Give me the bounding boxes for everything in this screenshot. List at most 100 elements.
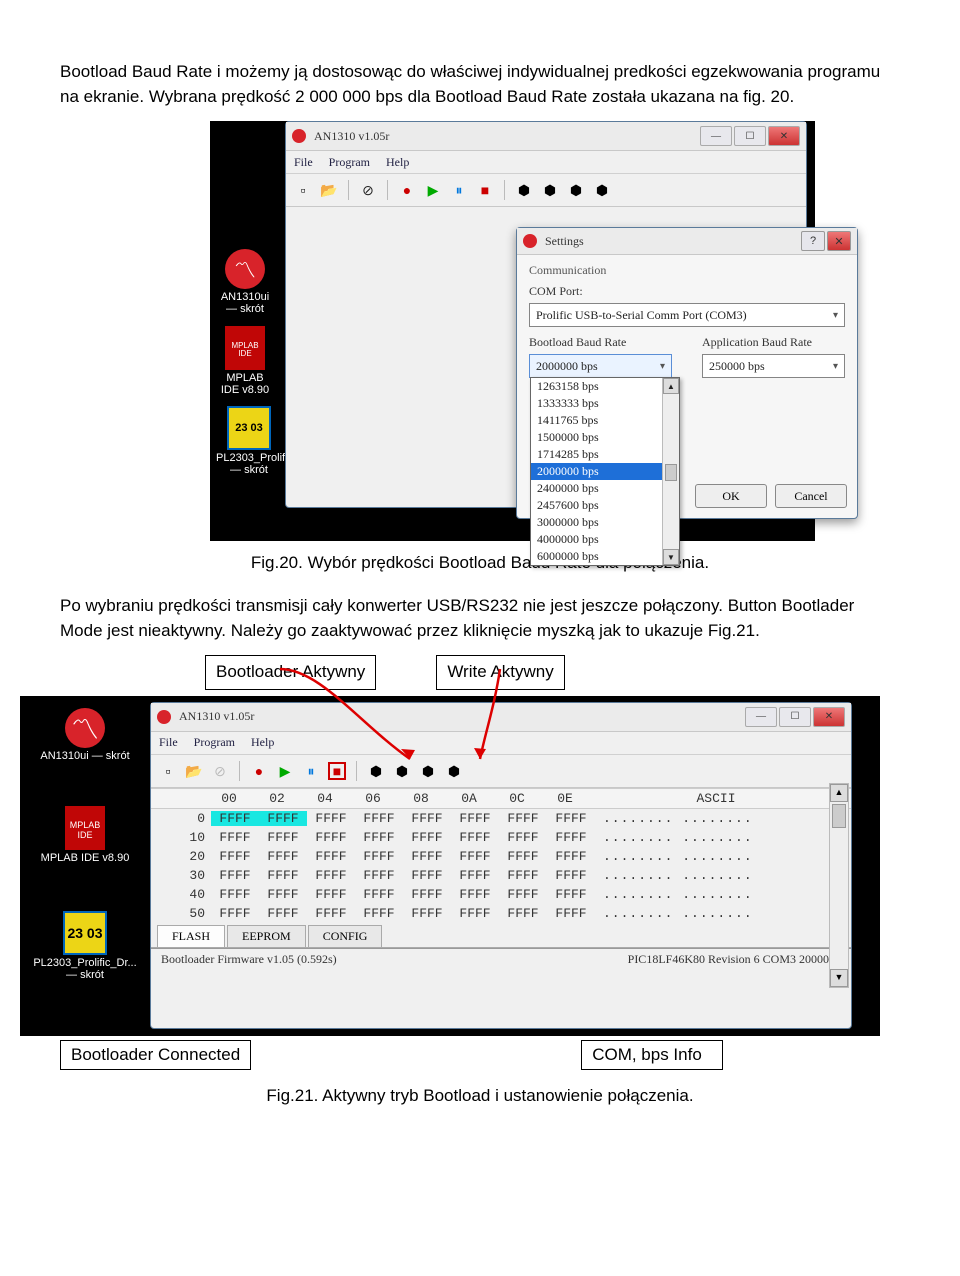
desktop-icon-pl2303[interactable]: 23 03 PL2303_Prolific_Dr... — skrót (30, 911, 140, 981)
read-device-icon[interactable]: ⬢ (515, 181, 533, 199)
scroll-track[interactable] (830, 802, 848, 969)
dropdown-scrollbar[interactable]: ▲ ▼ (662, 378, 679, 565)
tab-eeprom[interactable]: EEPROM (227, 925, 306, 947)
erase-icon[interactable]: ⬢ (567, 181, 585, 199)
hex-cell[interactable]: FFFF (499, 811, 547, 826)
close-button[interactable]: ✕ (768, 126, 800, 146)
close-button[interactable]: ✕ (827, 231, 851, 251)
hex-cell[interactable]: FFFF (259, 887, 307, 902)
baud-option[interactable]: 1263158 bps (531, 378, 679, 395)
hex-cell[interactable]: FFFF (403, 849, 451, 864)
play-icon[interactable]: ▶ (276, 762, 294, 780)
hex-cell[interactable]: FFFF (451, 811, 499, 826)
read-device-icon[interactable]: ⬢ (367, 762, 385, 780)
hex-cell[interactable]: FFFF (211, 849, 259, 864)
baud-option[interactable]: 4000000 bps (531, 531, 679, 548)
menu-file[interactable]: File (159, 735, 178, 750)
maximize-button[interactable]: ☐ (779, 707, 811, 727)
hex-cell[interactable]: FFFF (547, 830, 595, 845)
stop-icon[interactable]: ■ (476, 181, 494, 199)
write-device-icon[interactable]: ⬢ (393, 762, 411, 780)
hex-cell[interactable]: FFFF (307, 887, 355, 902)
menu-file[interactable]: File (294, 155, 313, 170)
hex-cell[interactable]: FFFF (451, 849, 499, 864)
hex-cell[interactable]: FFFF (403, 811, 451, 826)
erase-icon[interactable]: ⬢ (419, 762, 437, 780)
close-button[interactable]: ✕ (813, 707, 845, 727)
scroll-track[interactable] (663, 394, 679, 549)
scroll-down-icon[interactable]: ▼ (830, 969, 848, 987)
hex-cell[interactable]: FFFF (451, 906, 499, 921)
hex-cell[interactable]: FFFF (211, 811, 259, 826)
hex-cell[interactable]: FFFF (499, 906, 547, 921)
verify-icon[interactable]: ⬢ (445, 762, 463, 780)
menu-program[interactable]: Program (329, 155, 370, 170)
hex-cell[interactable]: FFFF (211, 830, 259, 845)
baud-option-selected[interactable]: 2000000 bps (531, 463, 679, 480)
titlebar[interactable]: AN1310 v1.05r — ☐ ✕ (286, 122, 806, 151)
hex-cell[interactable]: FFFF (499, 849, 547, 864)
hex-cell[interactable]: FFFF (499, 868, 547, 883)
maximize-button[interactable]: ☐ (734, 126, 766, 146)
desktop-icon-mplab[interactable]: MPLAB IDE MPLAB IDE v8.90 (220, 326, 270, 396)
record-icon[interactable]: ● (398, 181, 416, 199)
hex-cell[interactable]: FFFF (211, 906, 259, 921)
hex-cell[interactable]: FFFF (403, 868, 451, 883)
baud-option[interactable]: 2400000 bps (531, 480, 679, 497)
desktop-icon-an1310[interactable]: 〽 AN1310ui — skrót (30, 708, 140, 762)
hex-cell[interactable]: FFFF (307, 830, 355, 845)
hex-cell[interactable]: FFFF (307, 868, 355, 883)
verify-icon[interactable]: ⬢ (593, 181, 611, 199)
open-icon[interactable]: 📂 (320, 181, 338, 199)
minimize-button[interactable]: — (700, 126, 732, 146)
pause-icon[interactable]: ⏸ (302, 762, 320, 780)
hex-cell[interactable]: FFFF (259, 906, 307, 921)
baud-option[interactable]: 1500000 bps (531, 429, 679, 446)
menu-help[interactable]: Help (251, 735, 274, 750)
abort-icon[interactable]: ⊘ (211, 762, 229, 780)
desktop-icon-mplab[interactable]: MPLAB IDE MPLAB IDE v8.90 (30, 806, 140, 864)
tab-flash[interactable]: FLASH (157, 925, 225, 947)
hex-cell[interactable]: FFFF (307, 811, 355, 826)
play-icon[interactable]: ▶ (424, 181, 442, 199)
hex-cell[interactable]: FFFF (451, 830, 499, 845)
hex-cell[interactable]: FFFF (259, 868, 307, 883)
baud-option[interactable]: 2457600 bps (531, 497, 679, 514)
hex-scrollbar[interactable]: ▲ ▼ (829, 783, 849, 988)
pause-icon[interactable]: ⏸ (450, 181, 468, 199)
write-device-icon[interactable]: ⬢ (541, 181, 559, 199)
hex-cell[interactable]: FFFF (355, 849, 403, 864)
hex-cell[interactable]: FFFF (403, 887, 451, 902)
app-baud-combo[interactable]: 250000 bps▾ (702, 354, 845, 378)
baud-option[interactable]: 1411765 bps (531, 412, 679, 429)
cancel-button[interactable]: Cancel (775, 484, 847, 508)
hex-cell[interactable]: FFFF (355, 887, 403, 902)
menu-program[interactable]: Program (194, 735, 235, 750)
abort-icon[interactable]: ⊘ (359, 181, 377, 199)
hex-cell[interactable]: FFFF (307, 849, 355, 864)
new-icon[interactable]: ▫ (159, 762, 177, 780)
stop-icon[interactable]: ■ (328, 762, 346, 780)
scroll-thumb[interactable] (832, 804, 846, 828)
comport-combo[interactable]: Prolific USB-to-Serial Comm Port (COM3)▾ (529, 303, 845, 327)
hex-cell[interactable]: FFFF (259, 811, 307, 826)
bootload-baud-combo[interactable]: 2000000 bps▾ 1263158 bps 1333333 bps 141… (529, 354, 672, 378)
baud-option[interactable]: 3000000 bps (531, 514, 679, 531)
baud-option[interactable]: 6000000 bps (531, 548, 679, 565)
baud-option[interactable]: 1333333 bps (531, 395, 679, 412)
new-icon[interactable]: ▫ (294, 181, 312, 199)
hex-cell[interactable]: FFFF (403, 906, 451, 921)
scroll-thumb[interactable] (665, 464, 677, 481)
titlebar[interactable]: AN1310 v1.05r — ☐ ✕ (151, 703, 851, 732)
hex-cell[interactable]: FFFF (451, 868, 499, 883)
hex-cell[interactable]: FFFF (547, 868, 595, 883)
menu-help[interactable]: Help (386, 155, 409, 170)
dialog-titlebar[interactable]: Settings ? ✕ (517, 228, 857, 255)
open-icon[interactable]: 📂 (185, 762, 203, 780)
hex-cell[interactable]: FFFF (451, 887, 499, 902)
hex-cell[interactable]: FFFF (547, 906, 595, 921)
hex-cell[interactable]: FFFF (547, 887, 595, 902)
scroll-up-icon[interactable]: ▲ (830, 784, 848, 802)
scroll-up-icon[interactable]: ▲ (663, 378, 679, 394)
minimize-button[interactable]: — (745, 707, 777, 727)
